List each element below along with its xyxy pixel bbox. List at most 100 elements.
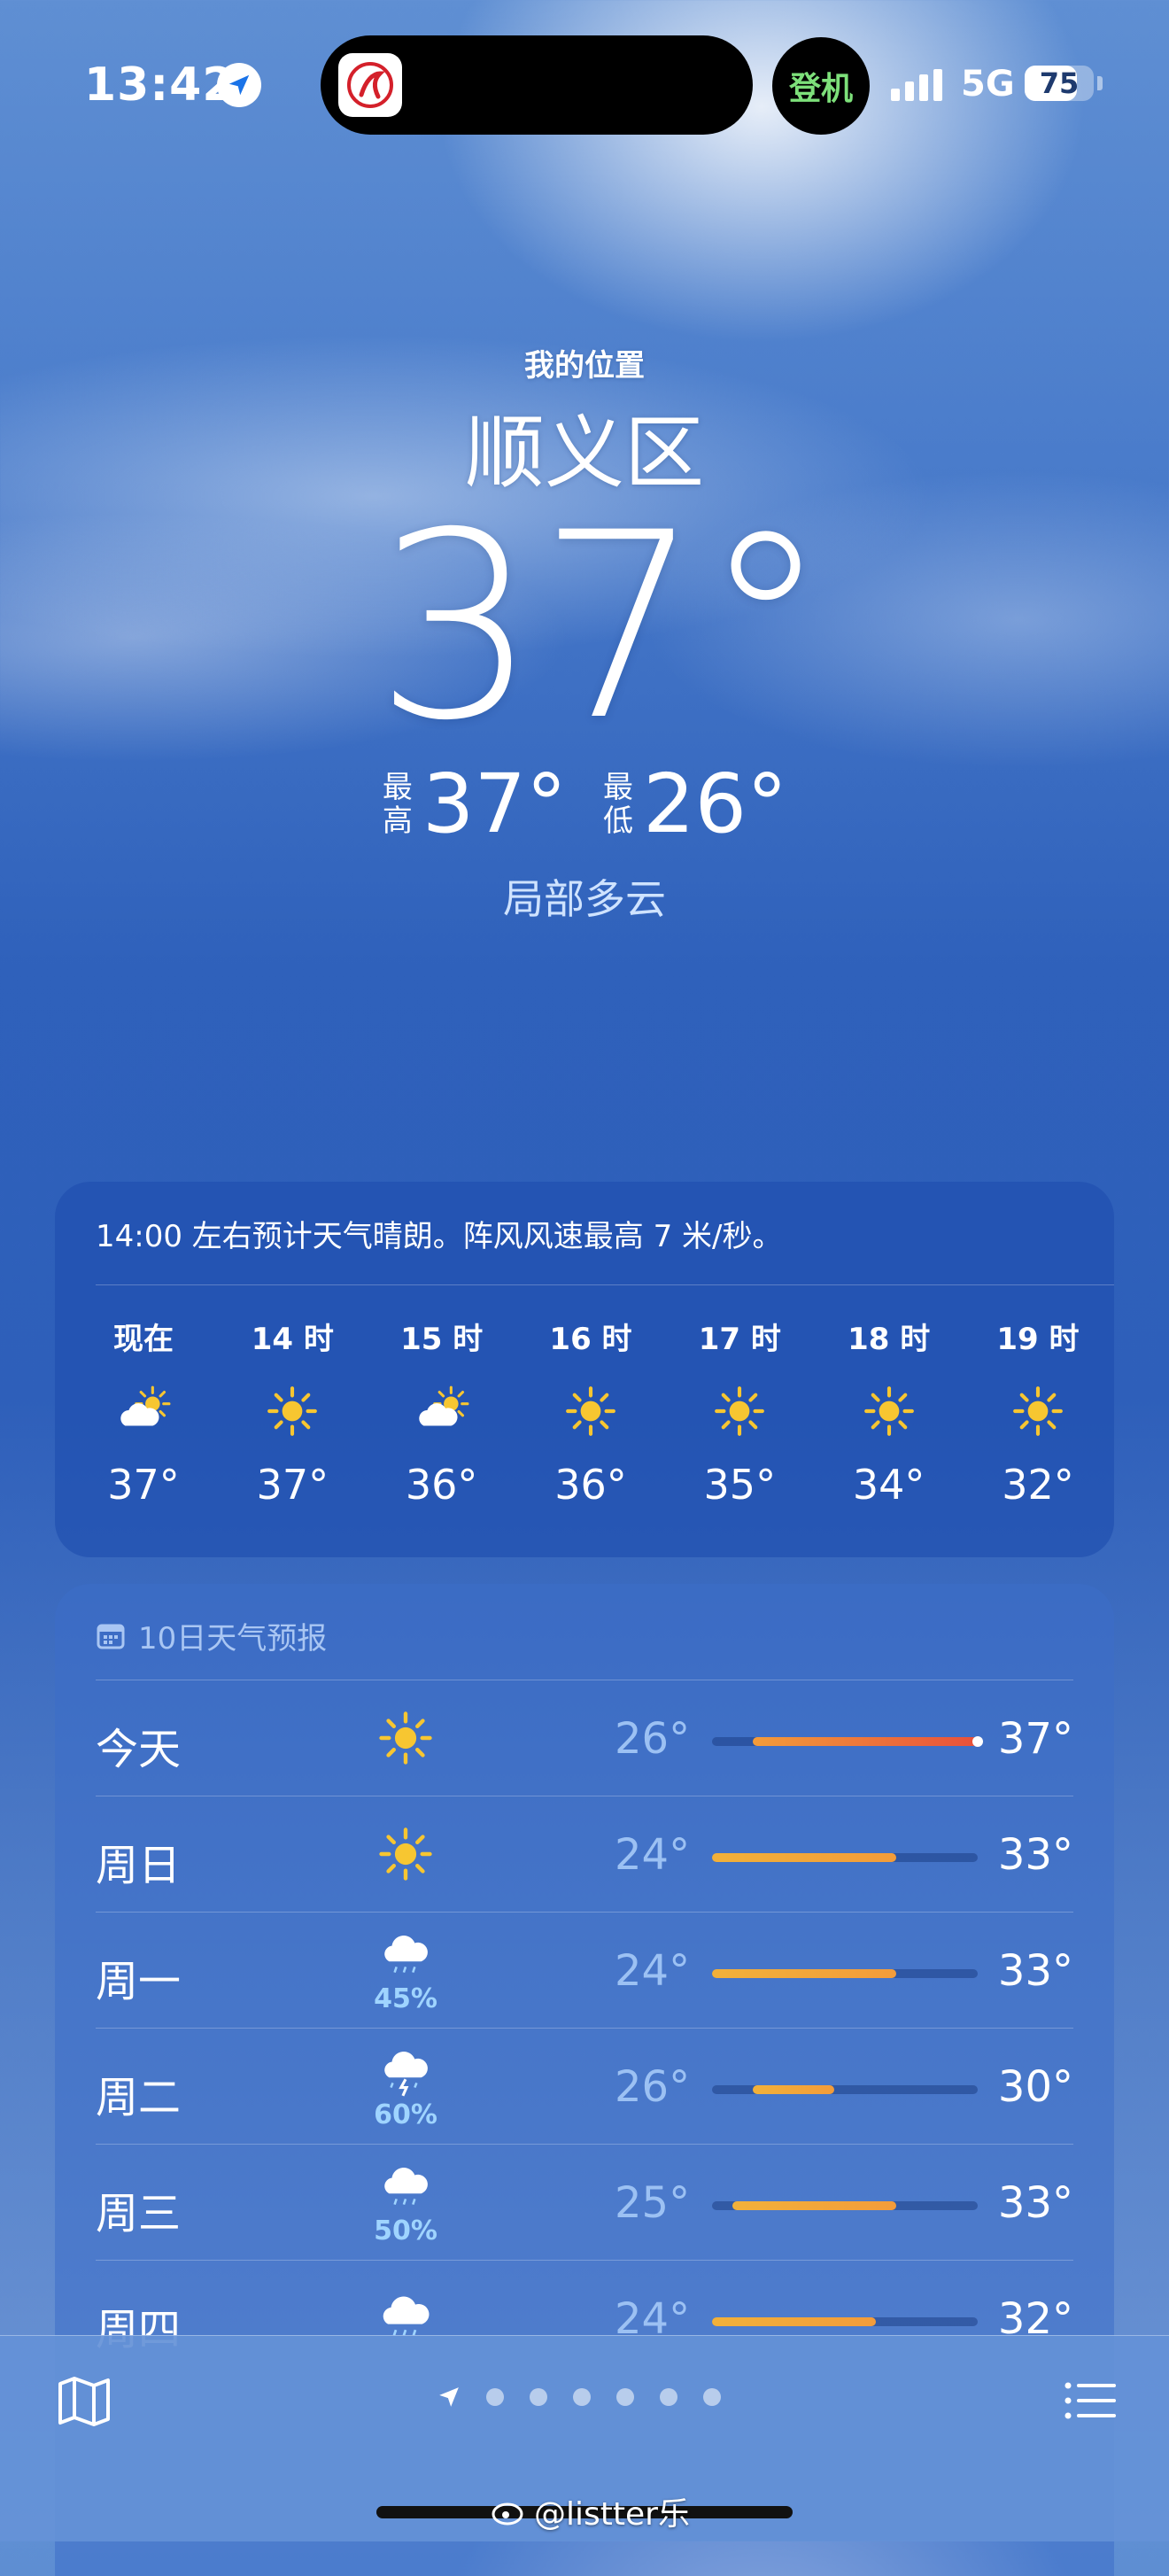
temp-range-bar bbox=[712, 1736, 983, 1747]
hourly-divider bbox=[96, 1284, 1114, 1285]
boarding-pill[interactable]: 登机 bbox=[772, 37, 870, 135]
sun-icon bbox=[361, 1709, 450, 1771]
page-indicator[interactable] bbox=[437, 2386, 721, 2409]
battery-icon: 75 bbox=[1025, 66, 1094, 101]
temp-range-fill bbox=[732, 2201, 896, 2210]
precip-chance: 50% bbox=[374, 2215, 437, 2246]
temp-range-fill bbox=[753, 1737, 978, 1746]
page-dot[interactable] bbox=[660, 2388, 677, 2406]
temp-range-bar bbox=[712, 2317, 978, 2326]
hourly-list[interactable]: 现在 37° 14 时 37° 15 时 36° 16 时 36° 17 时 35° 18… bbox=[81, 1315, 1100, 1509]
sun-icon bbox=[230, 1376, 354, 1447]
day-low: 26° bbox=[615, 2062, 691, 2112]
bottom-toolbar: @listter乐 bbox=[0, 2335, 1169, 2541]
day-name: 周二 bbox=[96, 2073, 182, 2122]
city-list-icon[interactable] bbox=[1059, 2370, 1121, 2432]
sun-icon bbox=[827, 1376, 951, 1447]
sun-icon bbox=[529, 1376, 653, 1447]
day-name: 周一 bbox=[96, 1957, 182, 2006]
hour-temp: 36° bbox=[554, 1461, 627, 1509]
partly-cloudy-icon bbox=[81, 1376, 205, 1447]
location-page-icon bbox=[439, 2387, 459, 2407]
hourly-item: 15 时 36° bbox=[380, 1315, 504, 1509]
hour-temp: 35° bbox=[703, 1461, 777, 1509]
calendar-icon bbox=[97, 1624, 125, 1649]
partly-cloudy-icon bbox=[380, 1376, 504, 1447]
hourly-item: 现在 37° bbox=[81, 1315, 205, 1509]
day-row[interactable]: 周一 45% 24° 33° bbox=[96, 1913, 1073, 2028]
day-row[interactable]: 周二 60% 26° 30° bbox=[96, 2029, 1073, 2144]
hour-label: 14 时 bbox=[251, 1322, 334, 1357]
page-dot[interactable] bbox=[486, 2388, 504, 2406]
hour-temp: 34° bbox=[852, 1461, 925, 1509]
map-icon[interactable] bbox=[53, 2370, 115, 2432]
hourly-item: 19 时 32° bbox=[976, 1315, 1100, 1509]
hour-label: 17 时 bbox=[698, 1322, 781, 1357]
page-dot[interactable] bbox=[616, 2388, 634, 2406]
page-dot[interactable] bbox=[573, 2388, 591, 2406]
hour-label: 19 时 bbox=[996, 1322, 1080, 1357]
day-row[interactable]: 今天 26° 37° bbox=[96, 1680, 1073, 1796]
hour-label: 18 时 bbox=[848, 1322, 931, 1357]
hourly-item: 16 时 36° bbox=[529, 1315, 653, 1509]
temp-range-bar bbox=[712, 1969, 978, 1978]
day-name: 周三 bbox=[96, 2189, 182, 2238]
day-high: 33° bbox=[997, 2178, 1073, 2228]
watermark: @listter乐 bbox=[492, 2488, 690, 2534]
high-temp-group: 最高 37° bbox=[382, 757, 567, 851]
hour-temp: 37° bbox=[107, 1461, 180, 1509]
current-temp-dot bbox=[972, 1736, 983, 1747]
hour-label: 16 时 bbox=[549, 1322, 632, 1357]
day-low: 24° bbox=[615, 1946, 691, 1996]
hour-temp: 37° bbox=[256, 1461, 329, 1509]
sun-icon bbox=[361, 1825, 450, 1887]
day-row[interactable]: 周三 50% 25° 33° bbox=[96, 2145, 1073, 2260]
day-low: 24° bbox=[615, 1830, 691, 1880]
day-high: 33° bbox=[997, 1946, 1073, 1996]
hour-temp: 32° bbox=[1002, 1461, 1074, 1509]
cellular-signal-icon bbox=[891, 69, 942, 101]
daily-header: 10日天气预报 bbox=[96, 1614, 327, 1657]
day-row[interactable]: 周日 24° 33° bbox=[96, 1796, 1073, 1912]
dynamic-island[interactable] bbox=[321, 35, 753, 135]
air-china-app-icon[interactable] bbox=[338, 53, 402, 117]
rain-cloud-icon: 50% bbox=[361, 2161, 450, 2246]
daily-title: 10日天气预报 bbox=[138, 1621, 328, 1657]
page-dot[interactable] bbox=[703, 2388, 721, 2406]
low-temp-group: 最低 26° bbox=[602, 757, 787, 851]
location-label: 我的位置 bbox=[524, 348, 645, 384]
network-type: 5G bbox=[961, 64, 1015, 105]
day-high: 30° bbox=[997, 2062, 1073, 2112]
low-temp: 26° bbox=[643, 757, 788, 851]
precip-chance: 45% bbox=[374, 1983, 437, 2014]
day-high: 37° bbox=[997, 1714, 1073, 1764]
low-label: 最低 bbox=[603, 769, 633, 839]
hourly-forecast-card[interactable]: 14:00 左右预计天气晴朗。阵风风速最高 7 米/秒。 现在 37° 14 时 … bbox=[55, 1182, 1114, 1557]
hour-label: 现在 bbox=[113, 1322, 174, 1357]
battery-level: 75 bbox=[1039, 66, 1080, 100]
temp-range-fill bbox=[712, 1853, 896, 1862]
status-time: 13:42 bbox=[84, 58, 236, 112]
condition-text: 局部多云 bbox=[503, 875, 666, 923]
battery-tip bbox=[1097, 76, 1103, 90]
location-arrow-icon bbox=[217, 63, 261, 107]
high-label: 最高 bbox=[382, 769, 413, 839]
temp-range-fill bbox=[753, 2085, 835, 2094]
hour-label: 15 时 bbox=[400, 1322, 484, 1357]
temp-range-fill bbox=[712, 2317, 876, 2326]
weibo-icon bbox=[492, 2502, 523, 2526]
high-temp: 37° bbox=[422, 757, 567, 851]
page-dot[interactable] bbox=[530, 2388, 547, 2406]
hourly-item: 18 时 34° bbox=[827, 1315, 951, 1509]
day-low: 26° bbox=[615, 1714, 691, 1764]
temp-range-fill bbox=[712, 1969, 896, 1978]
sun-icon bbox=[976, 1376, 1100, 1447]
precip-chance: 60% bbox=[374, 2099, 437, 2130]
day-low: 25° bbox=[615, 2178, 691, 2228]
current-temperature: 37° bbox=[374, 478, 830, 777]
watermark-text: @listter乐 bbox=[534, 2496, 690, 2533]
temp-range-bar bbox=[712, 1853, 978, 1862]
day-name: 今天 bbox=[96, 1725, 182, 1774]
hourly-item: 14 时 37° bbox=[230, 1315, 354, 1509]
thunder-cloud-icon: 60% bbox=[361, 2045, 450, 2130]
